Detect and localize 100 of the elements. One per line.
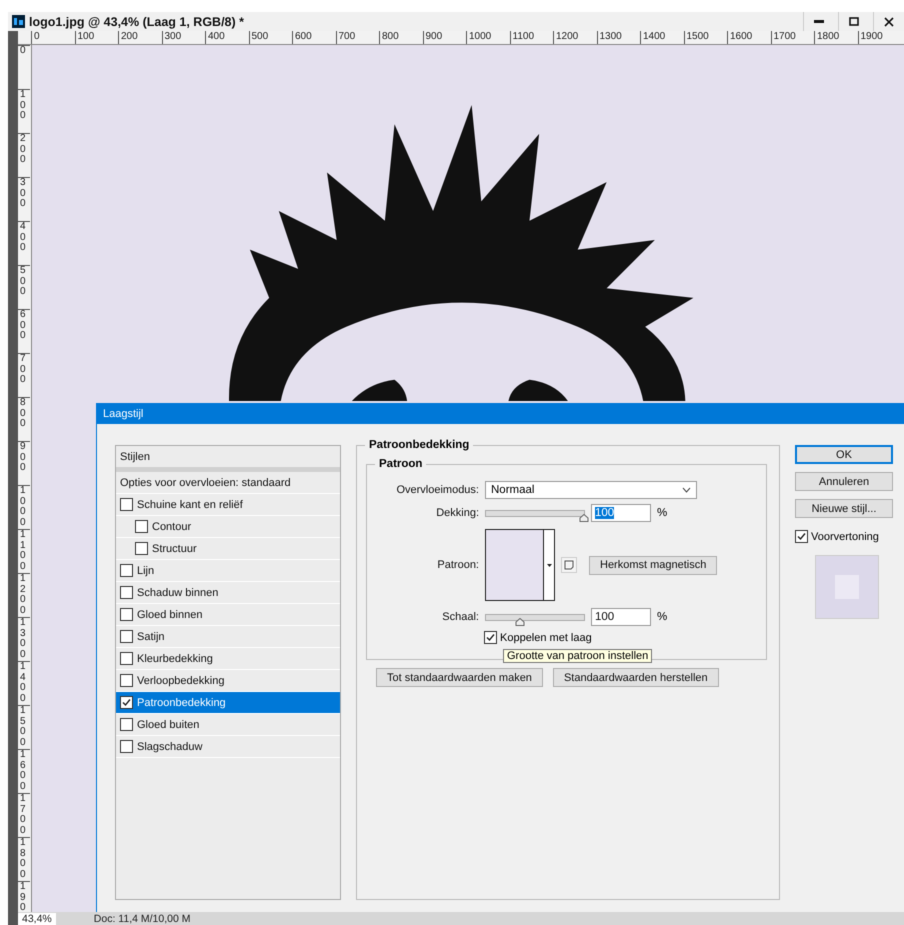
ruler-label: 200 [18, 133, 30, 177]
dialog-button[interactable]: OK [795, 445, 893, 464]
preview-checkbox[interactable] [795, 530, 808, 543]
style-label: Schuine kant en reliëf [137, 498, 243, 510]
caret-icon [546, 564, 552, 566]
ruler-label: 1100 [510, 31, 553, 44]
style-checkbox[interactable] [135, 542, 148, 555]
group-title: Patroon [375, 458, 426, 470]
ruler-label: 1300 [596, 31, 640, 44]
field-label: Schaal: [441, 611, 479, 623]
defaults-button[interactable]: Standaardwaarden herstellen [552, 668, 719, 687]
unit-label: % [657, 507, 668, 519]
ruler-label: 1200 [553, 31, 596, 44]
style-item[interactable]: Lijn [116, 560, 340, 582]
ruler-label: 1700 [770, 31, 814, 44]
style-checkbox[interactable] [120, 586, 133, 599]
style-label: Schaduw binnen [137, 586, 218, 598]
ruler-label: 200 [118, 31, 162, 44]
app-icon [12, 15, 25, 28]
pattern-picker[interactable] [485, 529, 555, 601]
style-checkbox[interactable] [135, 520, 148, 533]
dialog-button[interactable]: Annuleren [795, 472, 893, 491]
field-label: Overvloeimodus: [395, 484, 479, 496]
section-title: Patroonbedekking [365, 439, 474, 451]
dialog-title: Laagstijl [103, 408, 144, 420]
style-checkbox[interactable] [120, 696, 133, 709]
style-item[interactable]: Schuine kant en reliëf [116, 494, 340, 516]
blending-options-item[interactable]: Opties voor overvloeien: standaard [116, 472, 340, 494]
ruler-label: 1800 [814, 31, 858, 44]
style-checkbox[interactable] [120, 564, 133, 577]
ruler-label: 1400 [640, 31, 684, 44]
ruler-label: 500 [18, 265, 30, 309]
ruler-label: 1000 [466, 31, 510, 44]
style-label: Satijn [137, 630, 165, 642]
style-label: Gloed binnen [137, 608, 202, 620]
ruler-label: 400 [18, 221, 30, 265]
scale-input[interactable]: 100 [591, 608, 651, 626]
style-label: Gloed buiten [137, 718, 200, 730]
ruler-label: 800 [18, 397, 30, 441]
styles-header: Stijlen [116, 446, 340, 472]
document-title: logo1.jpg @ 43,4% (Laag 1, RGB/8) * [29, 14, 246, 28]
document-size: Doc: 11,4 M/10,00 M [92, 912, 190, 924]
opacity-input[interactable]: 100 [591, 504, 651, 522]
ruler-label: 300 [162, 31, 205, 44]
style-item[interactable]: Satijn [116, 626, 340, 648]
style-item[interactable]: Gloed buiten [116, 714, 340, 736]
style-checkbox[interactable] [120, 608, 133, 621]
tooltip: Grootte van patroon instellen [503, 649, 652, 663]
link-checkbox[interactable] [484, 631, 497, 644]
style-item[interactable]: Patroonbedekking [116, 692, 340, 714]
blend-mode-dropdown[interactable]: Normaal [485, 481, 697, 499]
style-checkbox[interactable] [120, 652, 133, 665]
style-checkbox[interactable] [120, 718, 133, 731]
ruler-label: 100 [18, 89, 30, 133]
checkbox-label: Voorvertoning [811, 530, 879, 542]
ruler-label: 700 [18, 353, 30, 397]
ruler-label: 600 [18, 309, 30, 353]
field-label: Patroon: [436, 559, 479, 571]
ruler-label: 1600 [727, 31, 770, 44]
zoom-level[interactable]: 43,4% [18, 912, 56, 924]
style-item[interactable]: Contour [116, 516, 340, 538]
style-item[interactable]: Schaduw binnen [116, 582, 340, 604]
style-label: Structuur [152, 542, 197, 554]
style-item[interactable]: Gloed binnen [116, 604, 340, 626]
style-item[interactable]: Structuur [116, 538, 340, 560]
checkbox-label: Koppelen met laag [500, 632, 592, 644]
style-item[interactable]: Kleurbedekking [116, 648, 340, 670]
ruler-label: 900 [422, 31, 466, 44]
ruler-label: 600 [292, 31, 336, 44]
ruler-label: 1900 [858, 31, 901, 44]
style-label: Verloopbedekking [137, 674, 224, 686]
chevron-down-icon [682, 487, 691, 493]
style-label: Slagschaduw [137, 740, 202, 752]
slider-thumb[interactable] [515, 618, 526, 626]
style-checkbox[interactable] [120, 740, 133, 753]
snap-origin-button[interactable]: Herkomst magnetisch [589, 556, 718, 574]
ruler-label: 1200 [18, 573, 30, 617]
style-label: Kleurbedekking [137, 652, 213, 664]
style-item[interactable]: Slagschaduw [116, 736, 340, 758]
ruler-label: 1500 [18, 705, 30, 749]
slider-thumb[interactable] [579, 514, 589, 522]
ruler-label: 300 [18, 177, 30, 221]
dialog-button[interactable]: Nieuwe stijl... [795, 499, 893, 518]
ruler-label: 1000 [18, 485, 30, 529]
ruler-label: 400 [205, 31, 248, 44]
ruler-label: 1400 [18, 661, 30, 705]
style-label: Patroonbedekking [137, 696, 226, 708]
style-label: Contour [152, 520, 192, 532]
ruler-label: 1100 [18, 529, 30, 573]
style-checkbox[interactable] [120, 674, 133, 687]
ruler-label: 0 [18, 45, 30, 89]
ruler-label: 1300 [18, 617, 30, 661]
ruler-label: 1700 [18, 793, 30, 837]
defaults-button[interactable]: Tot standaardwaarden maken [376, 668, 543, 687]
style-checkbox[interactable] [120, 498, 133, 511]
ruler-label: 900 [18, 441, 30, 485]
ruler-label: 1500 [684, 31, 727, 44]
ruler-label: 1800 [18, 837, 30, 881]
style-checkbox[interactable] [120, 630, 133, 643]
new-preset-icon[interactable] [561, 557, 577, 573]
